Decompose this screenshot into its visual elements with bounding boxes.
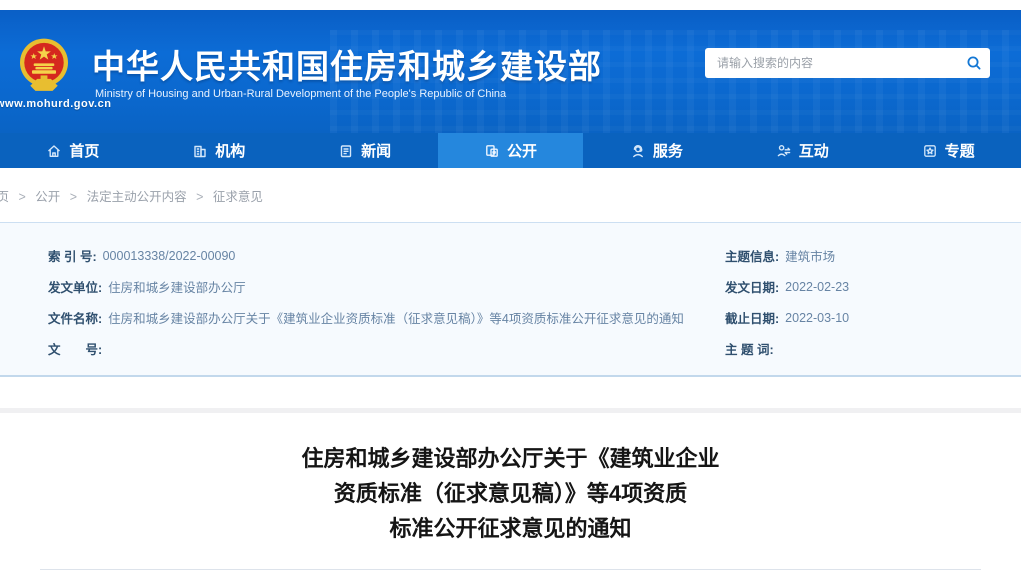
breadcrumb-item-solicitation[interactable]: 征求意见 [213,190,263,204]
organization-icon [192,143,208,159]
breadcrumb-separator: > [196,190,203,204]
nav-label: 机构 [215,140,245,161]
search-button[interactable] [958,48,990,78]
meta-value: 2022-02-23 [785,280,849,294]
article-title-line: 标准公开征求意见的通知 [0,511,1021,546]
meta-row-document-number: 文 号: [48,333,698,364]
meta-label: 文 号: [48,339,102,358]
article-divider-rule [40,569,981,570]
breadcrumb-separator: > [19,190,26,204]
site-subtitle: Ministry of Housing and Urban-Rural Deve… [95,88,506,100]
metadata-left-column: 索 引 号: 000013338/2022-00090 发文单位: 住房和城乡建… [48,240,698,364]
meta-value: 建筑市场 [785,246,835,265]
meta-row-index-number: 索 引 号: 000013338/2022-00090 [48,240,698,271]
meta-row-keywords: 主 题 词: [725,333,1005,364]
document-metadata-card: 索 引 号: 000013338/2022-00090 发文单位: 住房和城乡建… [0,222,1021,377]
search-box [705,48,990,78]
meta-value: 2022-03-10 [785,311,849,325]
breadcrumb-separator: > [70,190,77,204]
nav-item-home[interactable]: 首页 [0,133,146,168]
meta-label: 文件名称: [48,308,102,327]
nav-item-news[interactable]: 新闻 [292,133,438,168]
topics-icon [922,143,938,159]
nav-label: 新闻 [361,140,391,161]
breadcrumb-item-statutory-content[interactable]: 法定主动公开内容 [87,190,187,204]
meta-label: 发文日期: [725,277,779,296]
disclosure-icon [484,143,500,159]
nav-label: 互动 [799,140,829,161]
nav-item-service[interactable]: 服务 [583,133,729,168]
meta-row-deadline-date: 截止日期: 2022-03-10 [725,302,1005,333]
nav-item-disclosure[interactable]: 公开 [438,133,584,168]
site-header: www.mohurd.gov.cn 中华人民共和国住房和城乡建设部 Minist… [0,10,1021,133]
metadata-right-column: 主题信息: 建筑市场 发文日期: 2022-02-23 截止日期: 2022-0… [725,240,1005,364]
meta-value: 000013338/2022-00090 [103,249,236,263]
meta-row-file-name: 文件名称: 住房和城乡建设部办公厅关于《建筑业企业资质标准（征求意见稿）》等4项… [48,302,698,333]
meta-label: 主题信息: [725,246,779,265]
breadcrumb-item-disclosure[interactable]: 公开 [35,190,60,204]
meta-label: 截止日期: [725,308,779,327]
search-input[interactable] [705,56,958,70]
nav-item-organization[interactable]: 机构 [146,133,292,168]
meta-row-issue-date: 发文日期: 2022-02-23 [725,271,1005,302]
nav-item-interaction[interactable]: 互动 [729,133,875,168]
article-title: 住房和城乡建设部办公厅关于《建筑业企业 资质标准（征求意见稿）》等4项资质 标准… [0,441,1021,546]
meta-label: 主 题 词: [725,339,774,358]
meta-label: 索 引 号: [48,246,97,265]
article-title-line: 住房和城乡建设部办公厅关于《建筑业企业 [0,441,1021,476]
nav-label: 服务 [653,140,683,161]
meta-value: 住房和城乡建设部办公厅 [108,277,246,296]
meta-row-subject-info: 主题信息: 建筑市场 [725,240,1005,271]
meta-row-issuing-unit: 发文单位: 住房和城乡建设部办公厅 [48,271,698,302]
home-icon [46,143,62,159]
breadcrumb-item-home[interactable]: 首页 [0,190,9,204]
news-icon [338,143,354,159]
main-nav: 首页 机构 新闻 公开 服务 [0,133,1021,168]
nav-label: 公开 [507,140,537,161]
article-title-line: 资质标准（征求意见稿）》等4项资质 [0,476,1021,511]
breadcrumb: 首页 > 公开 > 法定主动公开内容 > 征求意见 [0,186,263,205]
national-emblem-icon [18,36,70,96]
service-icon [630,143,646,159]
site-title: 中华人民共和国住房和城乡建设部 [92,40,602,88]
nav-label: 专题 [945,140,975,161]
meta-value: 住房和城乡建设部办公厅关于《建筑业企业资质标准（征求意见稿）》等4项资质标准公开… [108,308,684,327]
nav-label: 首页 [69,140,99,161]
interaction-icon [776,143,792,159]
search-icon [966,55,982,71]
meta-label: 发文单位: [48,277,102,296]
nav-item-topics[interactable]: 专题 [875,133,1021,168]
section-divider [0,408,1021,413]
